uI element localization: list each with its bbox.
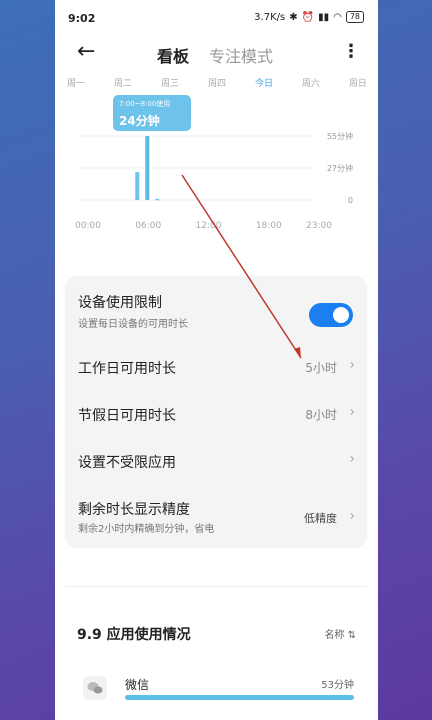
chevron-right-icon: › [349,508,355,524]
workday-duration-title: 工作日可用时长 [78,361,176,377]
chart-x-tick-label: 06:00 [135,221,161,231]
app-usage-row[interactable]: 微信 53分钟 [55,668,378,720]
signal-icon: ▮▮ [318,11,330,23]
network-speed: 3.7K/s [254,11,286,23]
toggle-knob [333,307,349,323]
phone-screen: 9:02 3.7K/s ✱ ⏰ ▮▮ ◠ 78 ← 看板 专注模式 ⋮ 周一 周… [55,0,378,720]
holiday-duration-title: 节假日可用时长 [78,408,176,424]
wechat-icon [83,676,107,700]
alarm-icon: ⏰ [301,11,315,23]
app-usage-bar [125,695,354,700]
precision-title: 剩余时长显示精度 [78,502,190,518]
app-usage-time: 53分钟 [321,680,354,691]
chart-bar[interactable] [145,136,150,200]
bluetooth-icon: ✱ [289,11,298,23]
more-options-icon[interactable]: ⋮ [342,42,360,62]
section-divider [65,586,367,587]
usage-chart[interactable]: 55分钟 27分钟 0 00:00 06:00 12:00 18:00 23:00 [55,90,378,240]
workday-duration-value: 5小时 [305,361,337,375]
chevron-right-icon: › [349,357,355,373]
chart-x-tick-label: 12:00 [196,221,222,231]
weekday-tab-today[interactable]: 今日 [255,76,273,90]
weekday-tab[interactable]: 周一 [67,76,85,90]
workday-duration-row[interactable]: 工作日可用时长 5小时 › [65,346,367,392]
chart-x-tick-label: 18:00 [256,221,282,231]
settings-card: 设备使用限制 设置每日设备的可用时长 工作日可用时长 5小时 › 节假日可用时长… [65,276,367,548]
chart-y-tick-label: 55分钟 [327,131,353,141]
app-name: 微信 [125,678,150,692]
unlimited-apps-title: 设置不受限应用 [78,455,176,471]
back-arrow-icon[interactable]: ← [77,40,95,64]
usage-section-title: 9.9 应用使用情况 [77,627,191,643]
weekday-tab[interactable]: 周四 [208,76,226,90]
weekday-tab[interactable]: 周日 [349,76,367,90]
status-icons: 3.7K/s ✱ ⏰ ▮▮ ◠ 78 [254,11,364,23]
chevron-right-icon: › [349,404,355,420]
chart-y-tick-label: 27分钟 [327,163,353,173]
tooltip-duration: 24分钟 [119,114,160,128]
chart-x-tick-label: 23:00 [306,221,332,231]
battery-icon: 78 [345,11,364,23]
unlimited-apps-row[interactable]: 设置不受限应用 › [65,438,367,484]
wifi-icon: ◠ [333,11,342,23]
device-limit-subtitle: 设置每日设备的可用时长 [78,319,188,330]
precision-value: 低精度 [304,512,337,525]
chart-x-tick-label: 00:00 [75,221,101,231]
app-bar: ← 看板 专注模式 ⋮ [55,36,378,72]
chart-bar[interactable] [135,172,140,200]
tooltip-range: 7:00~8:00使用 [119,100,171,108]
device-limit-title: 设备使用限制 [78,295,162,311]
status-time: 9:02 [68,12,96,25]
tab-focus-mode[interactable]: 专注模式 [209,43,273,67]
status-bar: 9:02 3.7K/s ✱ ⏰ ▮▮ ◠ 78 [55,0,378,36]
weekday-tab[interactable]: 周三 [161,76,179,90]
device-limit-toggle[interactable] [309,303,353,327]
sort-by-name-button[interactable]: 名称 ⇅ [324,626,356,641]
wechat-glyph [87,682,103,694]
tab-dashboard[interactable]: 看板 [157,43,189,67]
holiday-duration-value: 8小时 [305,408,337,422]
chart-tooltip: 7:00~8:00使用 24分钟 [113,95,191,131]
weekday-tab[interactable]: 周二 [114,76,132,90]
weekday-tab[interactable]: 周六 [302,76,320,90]
holiday-duration-row[interactable]: 节假日可用时长 8小时 › [65,391,367,437]
device-limit-row[interactable]: 设备使用限制 设置每日设备的可用时长 [65,284,367,338]
precision-row[interactable]: 剩余时长显示精度 剩余2小时内精确到分钟，省电 低精度 › [65,490,367,544]
chart-y-tick-label: 0 [348,196,353,205]
weekday-tabs: 周一 周二 周三 周四 今日 周六 周日 [67,76,367,90]
app-usage-bar-fill [125,695,354,700]
chart-bar[interactable] [155,198,160,201]
chevron-right-icon: › [349,451,355,467]
precision-subtitle: 剩余2小时内精确到分钟，省电 [78,524,215,535]
